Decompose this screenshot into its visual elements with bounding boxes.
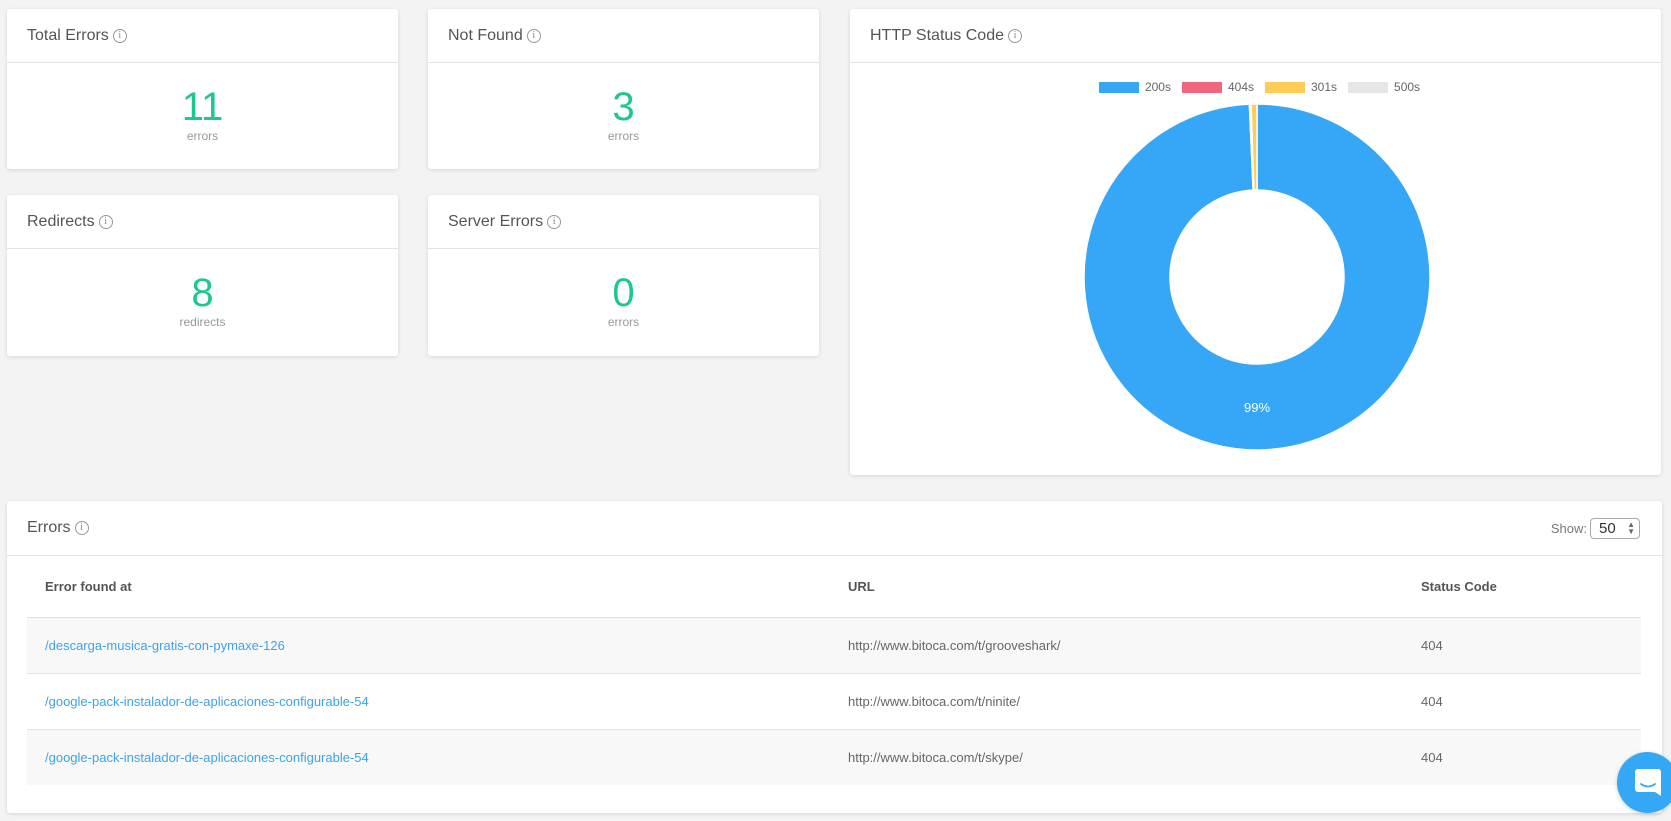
errors-header: Errors i Show: 50 ▲▼ — [7, 501, 1662, 556]
http-status-code-panel: HTTP Status Code i 200s 404s 301s 500s 9… — [850, 9, 1661, 475]
info-icon[interactable]: i — [547, 215, 561, 229]
info-icon[interactable]: i — [527, 29, 541, 43]
table-row: /google-pack-instalador-de-aplicaciones-… — [27, 673, 1641, 729]
data-label-200s: 99% — [1244, 400, 1270, 415]
card-header: Total Errors i — [7, 9, 398, 63]
donut-chart: 99% — [850, 9, 1661, 475]
column-header-url[interactable]: URL — [830, 557, 1403, 617]
server-errors-card: Server Errors i 0 errors — [428, 195, 819, 356]
info-icon[interactable]: i — [75, 521, 89, 535]
table-row: /descarga-musica-gratis-con-pymaxe-126 h… — [27, 617, 1641, 673]
not-found-card: Not Found i 3 errors — [428, 9, 819, 169]
status-code-cell: 404 — [1403, 673, 1641, 729]
stat-unit: errors — [608, 129, 639, 143]
stat-unit: errors — [187, 129, 218, 143]
stat-value: 0 — [612, 271, 634, 315]
info-icon[interactable]: i — [113, 29, 127, 43]
column-header-error-found-at[interactable]: Error found at — [27, 557, 830, 617]
chat-widget-button[interactable] — [1617, 752, 1671, 813]
stat-unit: errors — [608, 315, 639, 329]
info-icon[interactable]: i — [99, 215, 113, 229]
card-header: Redirects i — [7, 195, 398, 249]
page-size-value: 50 — [1599, 520, 1616, 537]
total-errors-card: Total Errors i 11 errors — [7, 9, 398, 169]
stat-unit: redirects — [179, 315, 225, 329]
url-cell: http://www.bitoca.com/t/skype/ — [830, 729, 1403, 785]
panel-title: Errors — [27, 519, 71, 537]
page-size-select[interactable]: 50 ▲▼ — [1590, 518, 1640, 539]
updown-arrows-icon: ▲▼ — [1627, 521, 1635, 535]
errors-table: Error found at URL Status Code /descarga… — [27, 557, 1641, 785]
stat-value: 11 — [182, 85, 224, 129]
card-header: Not Found i — [428, 9, 819, 63]
table-header-row: Error found at URL Status Code — [27, 557, 1641, 617]
errors-panel: Errors i Show: 50 ▲▼ Error found at URL … — [7, 501, 1662, 813]
column-header-status-code[interactable]: Status Code — [1403, 557, 1641, 617]
error-found-at-link[interactable]: /google-pack-instalador-de-aplicaciones-… — [45, 694, 369, 709]
card-header: Server Errors i — [428, 195, 819, 249]
table-row: /google-pack-instalador-de-aplicaciones-… — [27, 729, 1641, 785]
chat-bubble-icon — [1634, 768, 1662, 798]
stat-value: 8 — [191, 271, 213, 315]
url-cell: http://www.bitoca.com/t/grooveshark/ — [830, 617, 1403, 673]
card-title: Server Errors — [448, 213, 543, 231]
status-code-cell: 404 — [1403, 729, 1641, 785]
status-code-cell: 404 — [1403, 617, 1641, 673]
stat-value: 3 — [612, 85, 634, 129]
error-found-at-link[interactable]: /descarga-musica-gratis-con-pymaxe-126 — [45, 638, 285, 653]
url-cell: http://www.bitoca.com/t/ninite/ — [830, 673, 1403, 729]
page-size-control: Show: 50 ▲▼ — [1551, 518, 1640, 539]
card-title: Not Found — [448, 27, 523, 45]
error-found-at-link[interactable]: /google-pack-instalador-de-aplicaciones-… — [45, 750, 369, 765]
show-label: Show: — [1551, 521, 1587, 536]
redirects-card: Redirects i 8 redirects — [7, 195, 398, 356]
card-title: Redirects — [27, 213, 95, 231]
card-title: Total Errors — [27, 27, 109, 45]
